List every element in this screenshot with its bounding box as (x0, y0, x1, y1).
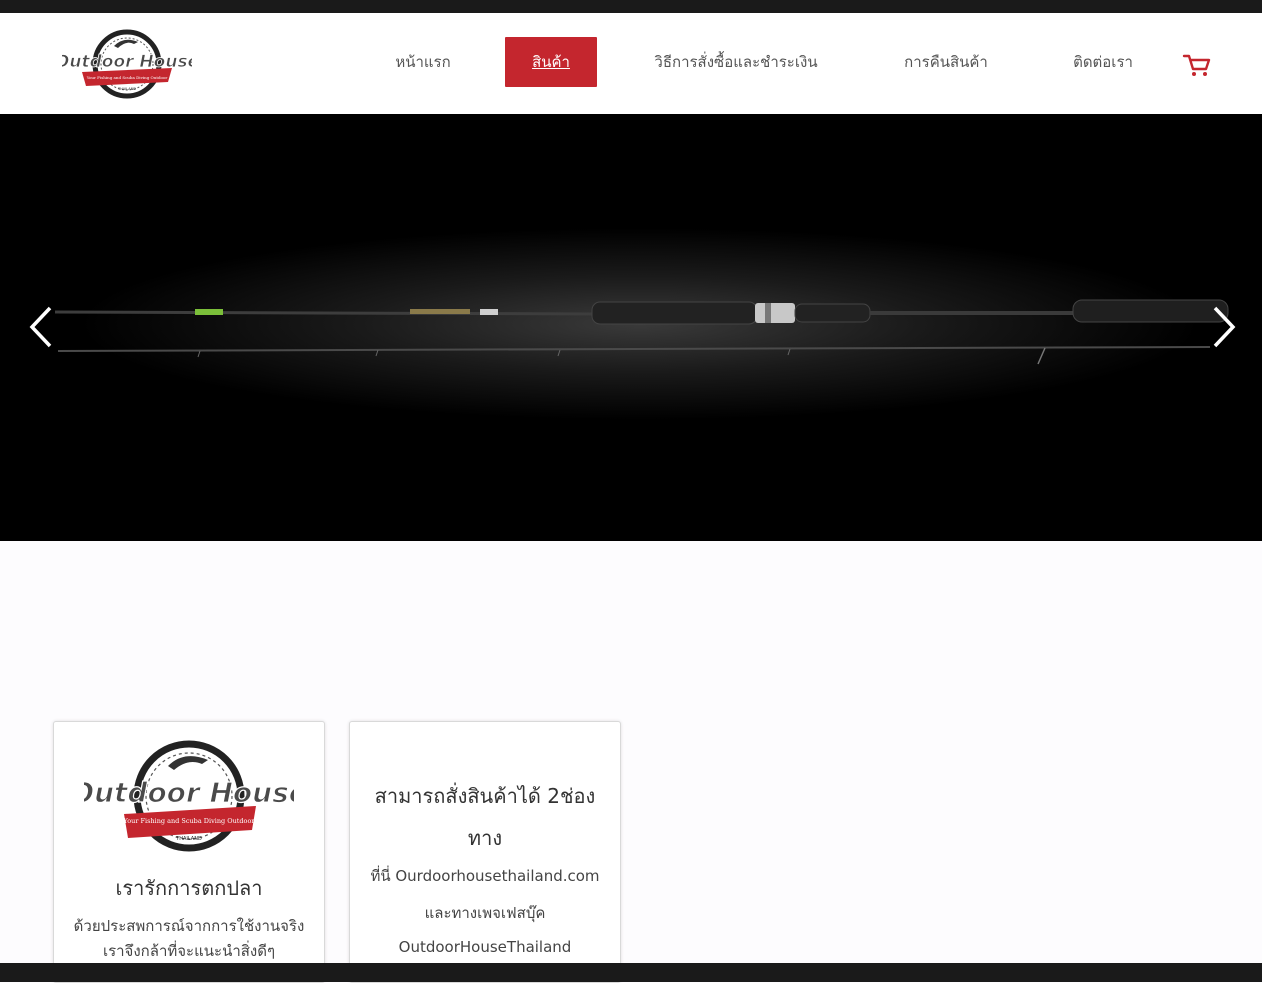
nav-contact[interactable]: ติดต่อเรา (1058, 37, 1148, 87)
nav-returns[interactable]: การคืนสินค้า (890, 37, 1002, 87)
nav-products[interactable]: สินค้า (505, 37, 597, 87)
browser-frame-top (0, 0, 1262, 13)
chevron-right-icon[interactable] (1205, 302, 1241, 352)
card-text-website: ที่นี่ Ourdoorhousethailand.com (370, 867, 600, 885)
nav-how-to-order[interactable]: วิธีการสั่งซื้อและชำระเงิน (640, 37, 832, 87)
svg-text:Your Fishing and Scuba Diving: Your Fishing and Scuba Diving Outdoor (123, 817, 256, 825)
card-title: เรารักการตกปลา (115, 876, 263, 900)
logo-wordmark: Outdoor House (62, 52, 192, 72)
hero-slider (0, 114, 1262, 541)
card-text-page-name: OutdoorHouseThailand (398, 938, 572, 956)
card-logo: Outdoor House Your Fishing and Scuba Div… (70, 740, 308, 855)
card-text: ด้วยประสพการณ์จากการใช้งานจริง เราจึงกล้… (73, 917, 305, 960)
svg-text:Your Fishing and Scuba Diving: Your Fishing and Scuba Diving Outdoor (86, 75, 168, 80)
card-title: สามารถสั่งสินค้าได้ 2ช่องทาง (374, 784, 596, 850)
card-text-facebook: และทางเพจเฟสบุ๊ค (424, 904, 546, 922)
nav-home[interactable]: หน้าแรก (378, 37, 468, 87)
site-header: Outdoor House Your Fishing and Scuba Div… (0, 13, 1262, 114)
feature-card-about: Outdoor House Your Fishing and Scuba Div… (53, 721, 325, 983)
svg-text:THAILAND: THAILAND (117, 87, 136, 91)
site-logo[interactable]: Outdoor House Your Fishing and Scuba Div… (55, 28, 199, 100)
feature-card-order-channels: สามารถสั่งสินค้าได้ 2ช่องทาง ที่นี่ Ourd… (349, 721, 621, 983)
svg-text:Outdoor House: Outdoor House (84, 776, 294, 809)
browser-frame-bottom (0, 963, 1262, 982)
svg-text:THAILAND: THAILAND (175, 836, 202, 842)
fishing-rod-banner-image (54, 299, 1229, 365)
chevron-left-icon[interactable] (24, 302, 60, 352)
shopping-cart-icon[interactable] (1181, 51, 1211, 79)
